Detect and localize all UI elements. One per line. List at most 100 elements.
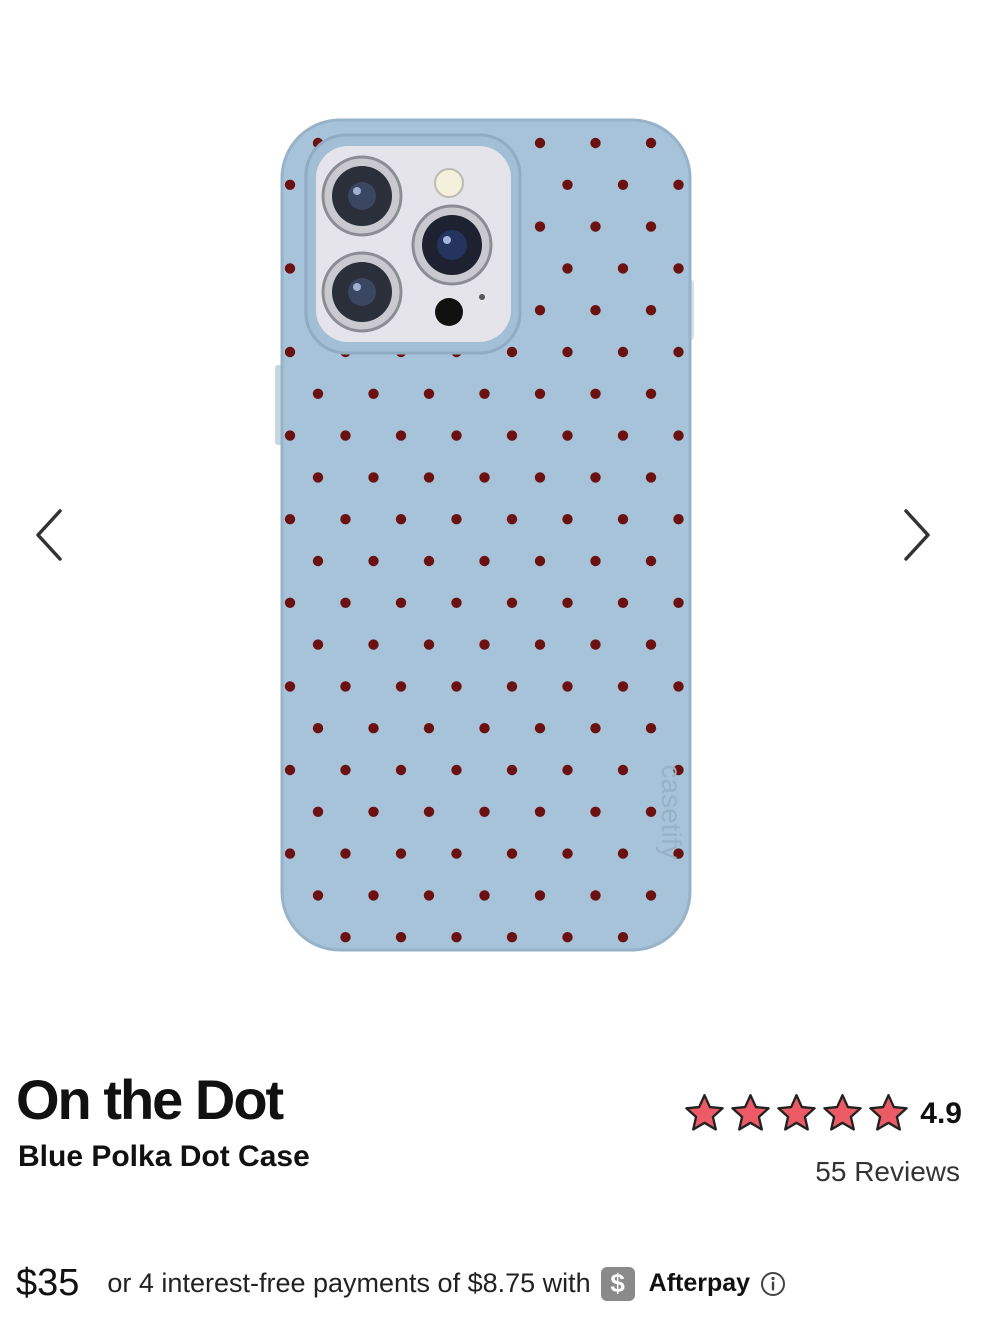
polka-dot — [284, 514, 296, 525]
star-rating — [683, 1092, 910, 1135]
polka-dot — [534, 555, 546, 567]
polka-dot — [506, 848, 518, 859]
polka-dot — [312, 472, 324, 483]
polka-dot — [451, 764, 462, 776]
polka-dot — [479, 555, 490, 567]
polka-dot — [617, 179, 629, 190]
polka-dot — [229, 765, 239, 775]
polka-dot — [617, 764, 629, 776]
polka-dot — [284, 179, 296, 190]
polka-dot — [562, 179, 573, 190]
polka-dot — [257, 221, 267, 231]
polka-dot — [590, 555, 601, 567]
product-price: $35 — [16, 1262, 80, 1304]
next-image-button[interactable] — [886, 500, 946, 570]
polka-dot — [757, 221, 767, 231]
polka-dot — [312, 723, 324, 734]
polka-dot — [729, 347, 739, 357]
polka-dot — [257, 639, 267, 649]
polka-dot — [229, 932, 239, 942]
polka-dot — [368, 723, 379, 734]
star-icon — [777, 1094, 817, 1131]
polka-dot — [284, 346, 296, 358]
polka-dot — [229, 347, 239, 357]
polka-dot — [395, 764, 407, 776]
polka-dot — [673, 430, 684, 441]
polka-dot — [395, 848, 407, 859]
polka-dot — [673, 263, 684, 274]
polka-dot — [284, 430, 296, 441]
previous-image-button[interactable] — [20, 500, 80, 570]
polka-dot — [534, 890, 546, 901]
polka-dot — [257, 472, 267, 482]
polka-dot — [506, 597, 518, 608]
product-subtitle: Blue Polka Dot Case — [18, 1140, 310, 1173]
star-icon — [685, 1094, 725, 1131]
polka-dot — [506, 932, 518, 943]
polka-dot — [229, 514, 239, 524]
polka-dot — [284, 764, 296, 776]
polka-dot — [395, 514, 407, 525]
polka-dot — [757, 890, 767, 900]
polka-dot — [451, 681, 462, 692]
polka-dot — [757, 556, 767, 566]
afterpay-badge-icon: $ — [600, 1266, 635, 1301]
polka-dot — [257, 305, 267, 315]
rating-summary[interactable]: 4.9 — [683, 1092, 962, 1135]
polka-dot — [229, 681, 239, 691]
polka-dot — [479, 890, 490, 901]
polka-dot — [229, 263, 239, 273]
polka-dot — [562, 430, 573, 441]
polka-dot — [506, 681, 518, 692]
polka-dot — [562, 346, 573, 358]
polka-dot — [340, 681, 351, 692]
polka-dot — [395, 597, 407, 608]
polka-dot — [590, 472, 601, 483]
polka-dot — [534, 806, 546, 817]
polka-dot — [312, 555, 324, 567]
polka-dot — [534, 305, 546, 316]
star-icon — [823, 1094, 863, 1131]
reviews-link[interactable]: 55 Reviews — [815, 1156, 960, 1188]
polka-dot — [729, 430, 739, 440]
polka-dot — [284, 848, 296, 859]
polka-dot — [312, 890, 324, 901]
polka-dot — [534, 221, 546, 232]
polka-dot — [368, 472, 379, 483]
polka-dot — [423, 555, 435, 567]
polka-dot — [340, 848, 351, 859]
afterpay-logo: Afterpay — [648, 1269, 751, 1297]
price-row: $35 or 4 interest-free payments of $8.75… — [16, 1262, 786, 1305]
polka-dot — [562, 514, 573, 525]
polka-dot — [757, 389, 767, 399]
polka-dot — [423, 806, 435, 817]
polka-dot — [757, 639, 767, 649]
polka-dot — [284, 932, 296, 943]
polka-dot — [645, 723, 657, 734]
polka-dot — [757, 472, 767, 482]
polka-dot — [562, 263, 573, 274]
polka-dot — [284, 597, 296, 608]
polka-dot — [479, 806, 490, 817]
product-image-gallery: casetify — [0, 0, 1000, 1040]
polka-dot — [506, 430, 518, 441]
polka-dot — [590, 639, 601, 650]
polka-dot — [534, 137, 546, 149]
polka-dot — [617, 430, 629, 441]
polka-dot — [617, 514, 629, 525]
polka-dot — [645, 221, 657, 232]
polka-dot — [451, 430, 462, 441]
polka-dot — [257, 138, 267, 148]
polka-dot — [729, 514, 739, 524]
polka-dot — [757, 138, 767, 148]
chevron-left-icon — [36, 509, 62, 561]
polka-dot — [590, 388, 601, 399]
polka-dot — [562, 597, 573, 608]
polka-dot — [673, 514, 684, 525]
polka-dot — [673, 179, 684, 190]
info-icon[interactable] — [760, 1271, 786, 1297]
polka-dot — [701, 472, 711, 482]
polka-dot — [617, 932, 629, 943]
polka-dot — [340, 597, 351, 608]
polka-dot — [312, 639, 324, 650]
